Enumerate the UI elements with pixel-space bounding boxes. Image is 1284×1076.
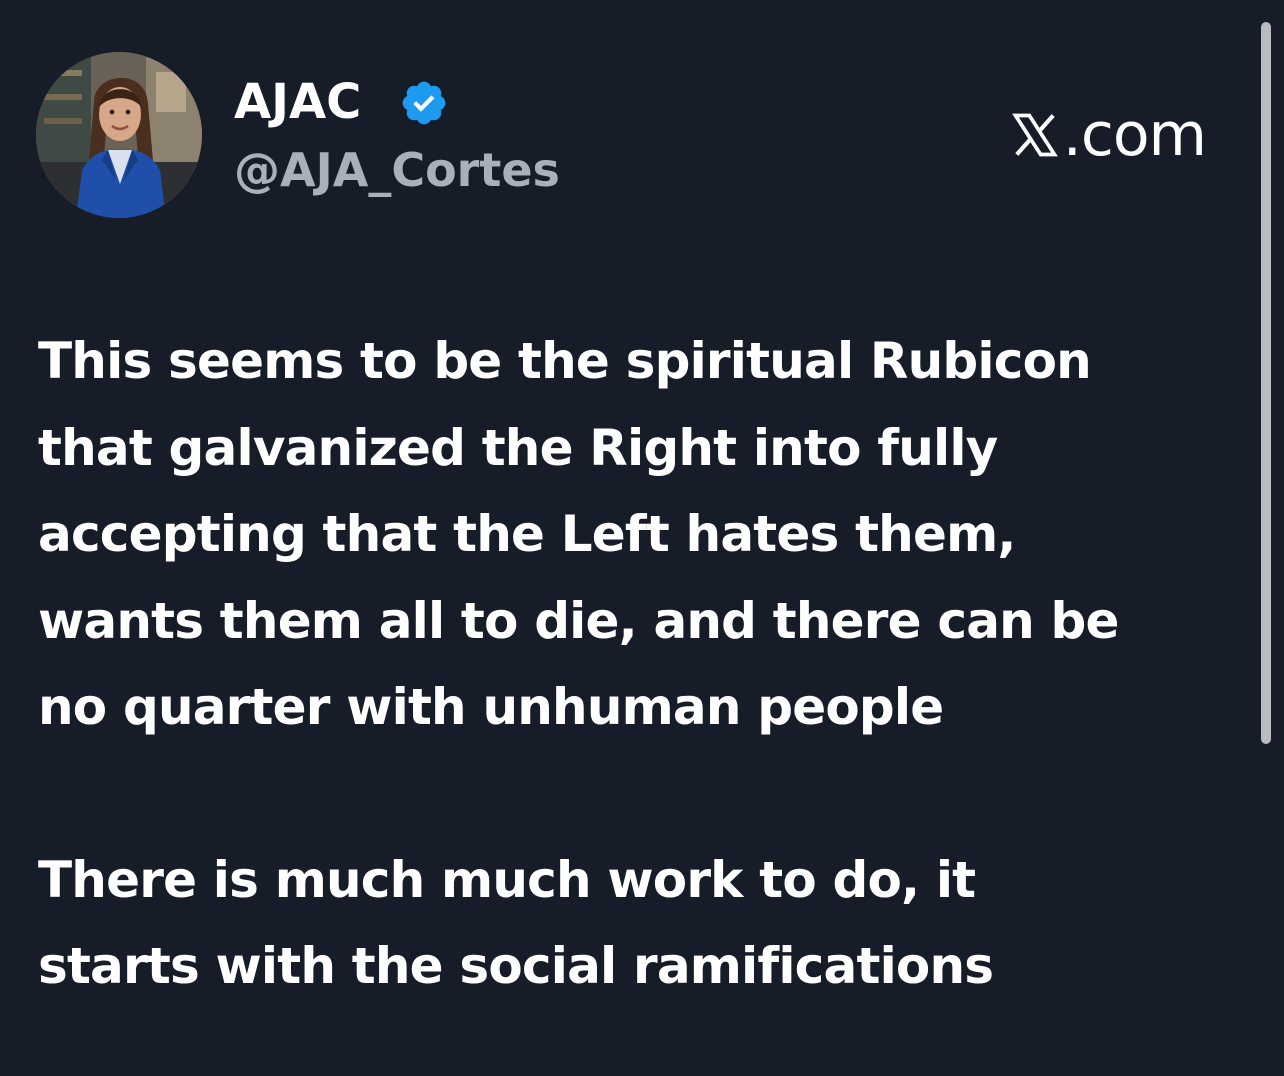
verified-badge-icon [402, 81, 446, 125]
brand-watermark: .com [1009, 100, 1207, 170]
profile-photo [36, 52, 202, 218]
post-paragraph: This seems to be the spiritual Rubicon t… [38, 332, 1119, 736]
avatar[interactable] [36, 52, 202, 218]
scrollbar[interactable] [1261, 22, 1271, 744]
post-screenshot: AJAC @AJA_Cortes .com This seems to be t… [0, 0, 1284, 1076]
author-handle[interactable]: @AJA_Cortes [234, 142, 560, 198]
post-text: This seems to be the spiritual Rubicon t… [38, 318, 1243, 1010]
x-logo-icon [1011, 113, 1058, 157]
brand-domain-text: .com [1062, 100, 1207, 170]
post-paragraph: There is much much work to do, it starts… [38, 850, 994, 996]
author-display-name[interactable]: AJAC [234, 74, 361, 130]
